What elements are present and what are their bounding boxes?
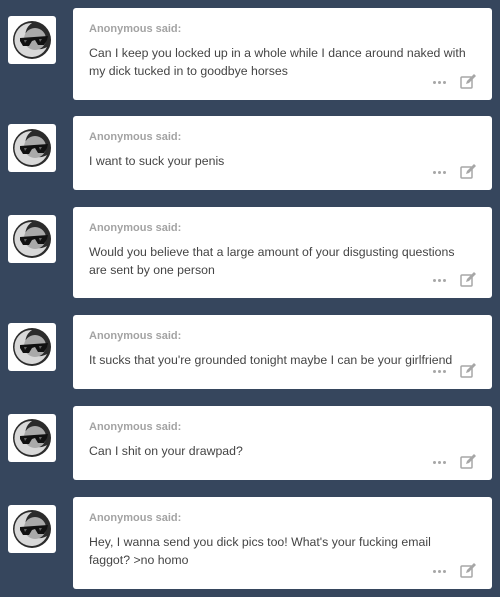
edit-icon[interactable] (460, 454, 476, 470)
more-dots-icon[interactable] (433, 369, 446, 373)
asker-name[interactable]: Anonymous said: (89, 511, 476, 525)
edit-icon[interactable] (460, 363, 476, 379)
more-dots-icon[interactable] (433, 569, 446, 573)
post-actions (433, 164, 476, 180)
post-actions (433, 363, 476, 379)
question-text: Can I shit on your drawpad? (89, 444, 243, 458)
avatar[interactable] (8, 505, 56, 553)
avatar[interactable] (8, 16, 56, 64)
anonymous-sunglasses-icon (13, 510, 51, 548)
ask-card: Anonymous said: Can I keep you locked up… (73, 8, 492, 100)
question-text: Hey, I wanna send you dick pics too! Wha… (89, 535, 431, 567)
ask-card: Anonymous said: Can I shit on your drawp… (73, 406, 492, 480)
post-actions (433, 74, 476, 90)
post-actions (433, 272, 476, 288)
post-actions (433, 563, 476, 579)
ask-card: Anonymous said: I want to suck your peni… (73, 116, 492, 190)
edit-icon[interactable] (460, 74, 476, 90)
anonymous-sunglasses-icon (13, 21, 51, 59)
question-text: Can I keep you locked up in a whole whil… (89, 46, 466, 78)
avatar[interactable] (8, 323, 56, 371)
avatar[interactable] (8, 124, 56, 172)
edit-icon[interactable] (460, 563, 476, 579)
ask-card: Anonymous said: It sucks that you're gro… (73, 315, 492, 389)
edit-icon[interactable] (460, 272, 476, 288)
ask-card: Anonymous said: Hey, I wanna send you di… (73, 497, 492, 589)
avatar[interactable] (8, 215, 56, 263)
asker-name[interactable]: Anonymous said: (89, 130, 476, 144)
more-dots-icon[interactable] (433, 80, 446, 84)
more-dots-icon[interactable] (433, 278, 446, 282)
more-dots-icon[interactable] (433, 460, 446, 464)
question-text: Would you believe that a large amount of… (89, 245, 455, 277)
question-text: It sucks that you're grounded tonight ma… (89, 353, 453, 367)
question-text: I want to suck your penis (89, 154, 225, 168)
asker-name[interactable]: Anonymous said: (89, 420, 476, 434)
anonymous-sunglasses-icon (13, 129, 51, 167)
post-actions (433, 454, 476, 470)
more-dots-icon[interactable] (433, 170, 446, 174)
anonymous-sunglasses-icon (13, 220, 51, 258)
asker-name[interactable]: Anonymous said: (89, 329, 476, 343)
asker-name[interactable]: Anonymous said: (89, 221, 476, 235)
anonymous-sunglasses-icon (13, 328, 51, 366)
edit-icon[interactable] (460, 164, 476, 180)
asker-name[interactable]: Anonymous said: (89, 22, 476, 36)
anonymous-sunglasses-icon (13, 419, 51, 457)
avatar[interactable] (8, 414, 56, 462)
ask-card: Anonymous said: Would you believe that a… (73, 207, 492, 298)
